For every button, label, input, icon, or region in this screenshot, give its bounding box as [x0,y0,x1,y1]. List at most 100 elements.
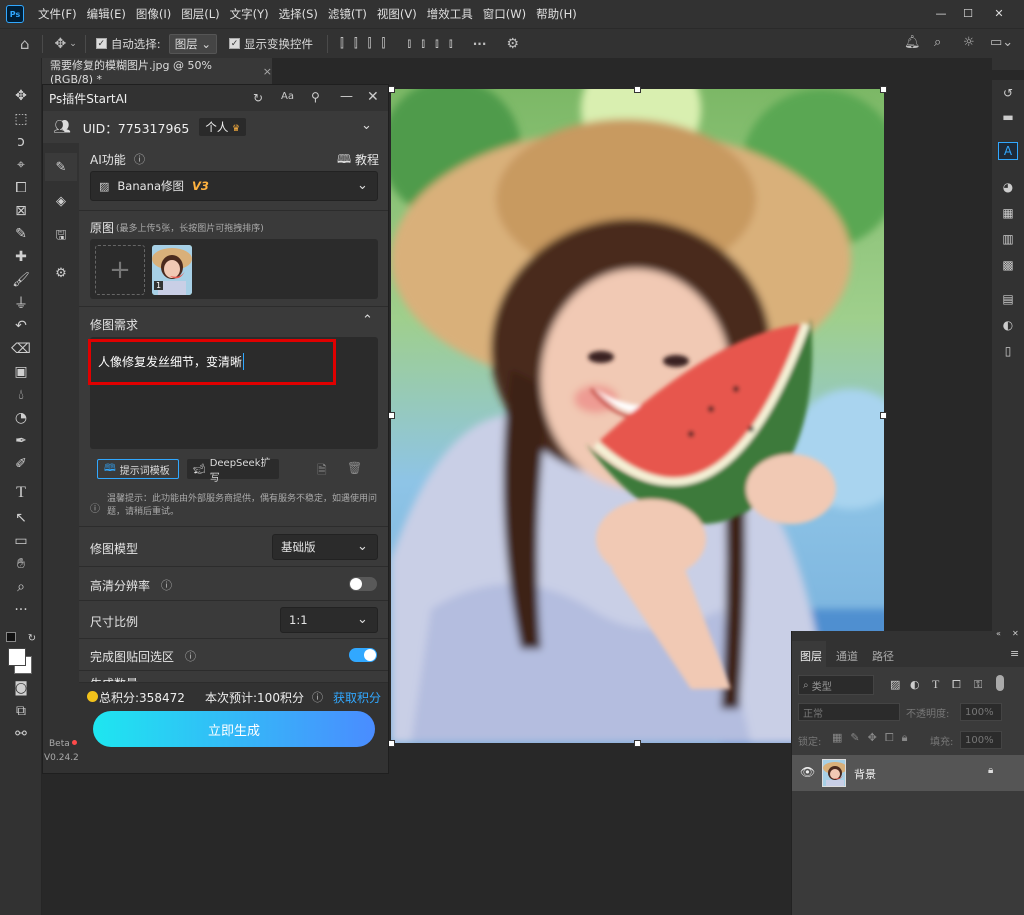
close-icon[interactable]: ✕ [1012,629,1019,638]
feature-dropdown[interactable]: ▨ Banana修图 V3 ⌄ [90,171,378,201]
filter-toggle[interactable] [996,675,1004,691]
document-tab[interactable]: 需要修复的模糊图片.jpg @ 50%(RGB/8) * × [42,58,272,86]
transform-handle[interactable] [388,86,395,93]
healing-brush-tool-icon[interactable]: ✚ [11,247,31,267]
font-size-icon[interactable]: Aa [281,91,294,102]
workspace-icon[interactable]: ▭⌄ [990,35,1013,50]
generate-button[interactable]: 立即生成 [93,711,375,747]
panel-collapse-bar[interactable]: «✕ [792,629,1024,641]
menu-select[interactable]: 选择(S) [274,6,323,22]
adjustments-icon[interactable]: ◐ [998,316,1018,334]
tutorial-link[interactable]: 教程 [355,151,379,168]
blur-tool-icon[interactable]: 💧︎ [11,385,31,405]
move-tool-icon[interactable]: ✥ [55,36,67,52]
move-tool-icon[interactable]: ✥ [11,86,31,106]
paste-back-toggle[interactable] [349,648,377,662]
prompt-template-button[interactable]: 🕮︎ 提示词模板 [97,459,179,479]
history-icon[interactable]: ↺ [998,84,1018,102]
lock-icon[interactable]: 🔒︎ [988,765,993,776]
search-icon[interactable]: ⌕ [934,35,941,50]
history-brush-tool-icon[interactable]: ↶ [11,316,31,336]
opacity-input[interactable]: 100% [960,703,1002,721]
menu-file[interactable]: 文件(F) [33,6,82,22]
gradient-tool-icon[interactable]: ▣ [11,362,31,382]
deepseek-button[interactable]: 🐋︎ DeepSeek扩写 [187,458,279,484]
add-image-button[interactable]: + [95,245,145,295]
gear-icon[interactable]: ⚙ [506,36,519,52]
source-thumbnail[interactable]: 1 [152,245,192,295]
foreground-color-swatch[interactable] [8,648,26,666]
content-credentials-icon[interactable]: ⚯ [11,724,31,744]
marquee-tool-icon[interactable]: ⬚ [11,109,31,129]
refresh-icon[interactable]: ↻ [253,91,263,105]
minimize-icon[interactable]: — [930,5,952,21]
brush-tool-icon[interactable]: 🖌︎ [11,270,31,290]
pen-tool-icon[interactable]: ✒ [11,431,31,451]
more-options-button[interactable]: ··· [473,37,487,51]
type-tool-icon[interactable]: T [11,483,31,503]
model-dropdown[interactable]: 基础版 ⌄ [272,534,378,560]
rectangle-tool-icon[interactable]: ▭ [11,531,31,551]
menu-type[interactable]: 文字(Y) [225,6,274,22]
distribute-icons[interactable]: ⫾⫾⫾⫾ [407,36,462,51]
book-icon[interactable]: 🕮︎ [337,150,351,171]
tab-paths[interactable]: 路径 [872,648,894,664]
lock-icons[interactable]: ▦✎✥⧠🔒︎ [832,731,915,745]
tab-channels[interactable]: 通道 [836,648,858,664]
history-doc-icon[interactable]: 🗎 [317,461,327,482]
save-icon[interactable]: 🖫︎ [51,227,71,247]
menu-filter[interactable]: 滤镜(T) [323,6,372,22]
menu-image[interactable]: 图像(I) [131,6,176,22]
maximize-icon[interactable]: ☐ [957,5,979,21]
info-icon[interactable]: ⓘ [312,689,323,705]
hand-tool-icon[interactable]: ✋︎ [11,554,31,574]
crop-tool-icon[interactable]: ⧠ [11,178,31,198]
transform-handle[interactable] [634,86,641,93]
close-window-icon[interactable]: ✕ [988,5,1010,21]
menu-view[interactable]: 视图(V) [372,6,422,22]
menu-edit[interactable]: 编辑(E) [82,6,131,22]
zoom-tool-icon[interactable]: ⌕ [11,577,31,597]
layer-filter-dropdown[interactable]: ⌕ 类型 [798,675,874,695]
quick-select-tool-icon[interactable]: ⌖ [11,155,31,175]
swap-colors-icon[interactable]: ↻ [22,628,42,648]
transform-handle[interactable] [388,740,395,747]
settings-gear-icon[interactable]: ⚙ [51,263,71,283]
libraries-icon[interactable]: ▤ [998,290,1018,308]
info-icon[interactable]: ⓘ [161,577,172,593]
auto-select-dropdown[interactable]: 图层 ⌄ [168,33,217,54]
fill-input[interactable]: 100% [960,731,1002,749]
clone-stamp-tool-icon[interactable]: ⏚ [11,293,31,313]
info-icon[interactable]: ⓘ [134,151,145,167]
gradients-icon[interactable]: ▥ [998,230,1018,248]
bell-icon[interactable]: 🔔︎ [904,35,921,50]
patterns-icon[interactable]: ▩ [998,256,1018,274]
lightbulb-icon[interactable]: ☼ [963,35,975,50]
pin-icon[interactable]: ⚲ [311,90,320,104]
ratio-dropdown[interactable]: 1:1 ⌄ [280,607,378,633]
chevron-down-icon[interactable]: ⌄ [361,118,372,133]
filter-smart-icon[interactable]: ⚿ [974,678,982,692]
auto-select-checkbox[interactable]: ✓ [95,38,107,49]
get-points-link[interactable]: 获取积分 [333,689,381,706]
close-panel-icon[interactable]: ✕ [367,89,379,105]
collapse-icon[interactable]: « [996,629,1001,638]
filter-pixel-icon[interactable]: ▨ [890,678,900,691]
color-icon[interactable]: ◕ [998,178,1018,196]
panel-menu-icon[interactable]: ≡ [1010,647,1019,660]
comments-icon[interactable]: ▬ [998,108,1018,126]
chevron-up-icon[interactable]: ⌃ [362,313,373,328]
dock-collapse-bar[interactable] [992,70,1024,80]
chevron-down-icon[interactable]: ⌄ [69,39,77,49]
transform-handle[interactable] [634,740,641,747]
home-icon[interactable]: ⌂ [20,35,30,53]
dodge-tool-icon[interactable]: ◔ [11,408,31,428]
minimize-panel-icon[interactable]: — [340,89,353,104]
align-icons[interactable]: ⫿⫿⫿⫿ [340,36,395,51]
layer-row-background[interactable]: 👁︎ 背景 🔒︎ [792,755,1024,791]
menu-plugins[interactable]: 增效工具 [422,6,478,22]
menu-help[interactable]: 帮助(H) [531,6,582,22]
eyedropper-tool-icon[interactable]: ✎ [11,224,31,244]
pen-alt-tool-icon[interactable]: ✐ [11,454,31,474]
menu-layer[interactable]: 图层(L) [176,6,224,22]
